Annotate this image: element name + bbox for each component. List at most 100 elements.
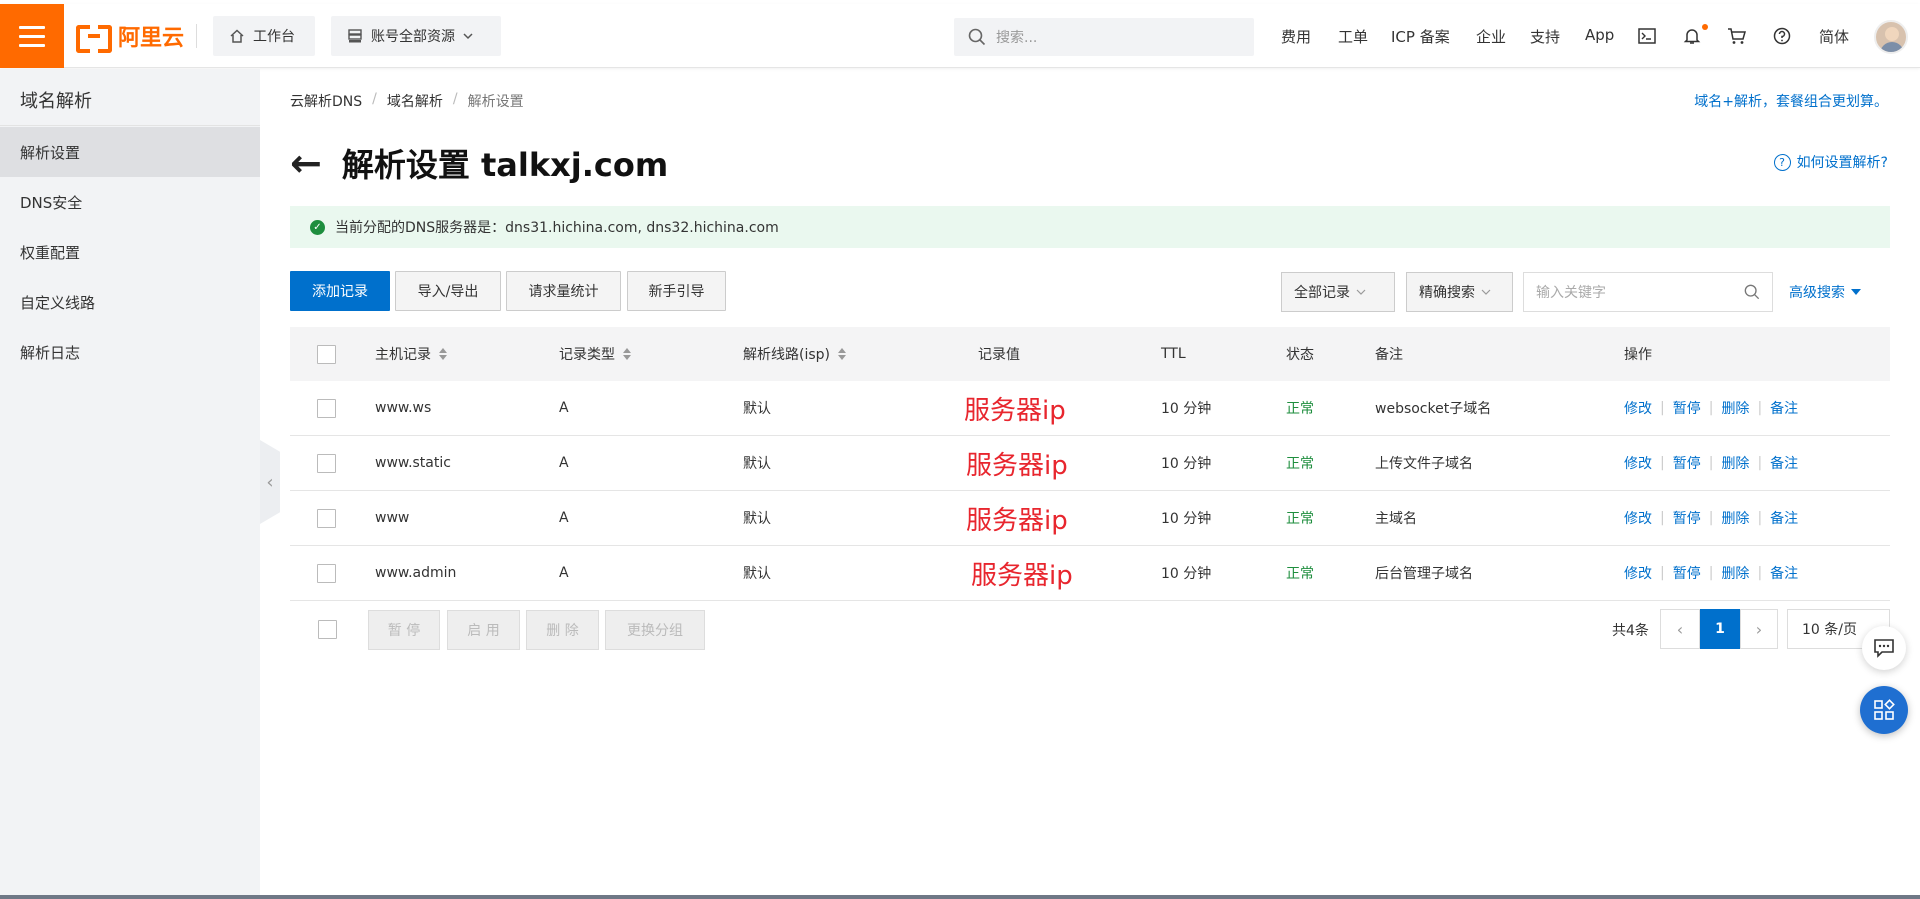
sort-icon bbox=[838, 348, 846, 360]
edit-link[interactable]: 修改 bbox=[1624, 398, 1652, 418]
edit-link[interactable]: 修改 bbox=[1624, 563, 1652, 583]
row-checkbox[interactable] bbox=[317, 563, 336, 583]
breadcrumb-item[interactable]: 域名解析 bbox=[387, 91, 443, 111]
nav-support[interactable]: 支持 bbox=[1530, 26, 1560, 47]
pause-link[interactable]: 暂停 bbox=[1673, 453, 1701, 473]
keyword-input[interactable]: 输入关键字 bbox=[1523, 272, 1773, 312]
table-row: www A 默认 服务器ip 10 分钟 正常 主域名 修改 | 暂停 | 删除 | … bbox=[290, 491, 1890, 546]
search-icon bbox=[968, 28, 986, 46]
terminal-icon[interactable] bbox=[1637, 26, 1657, 46]
divider: | bbox=[1660, 510, 1665, 526]
note-link[interactable]: 备注 bbox=[1770, 563, 1798, 583]
sidebar-item-logs[interactable]: 解析日志 bbox=[0, 327, 260, 377]
note-link[interactable]: 备注 bbox=[1770, 508, 1798, 528]
breadcrumb-separator: / bbox=[452, 91, 458, 107]
ops-cell: 修改 | 暂停 | 删除 | 备注 bbox=[1624, 398, 1798, 418]
delete-link[interactable]: 删除 bbox=[1721, 563, 1749, 583]
note-link[interactable]: 备注 bbox=[1770, 453, 1798, 473]
row-checkbox[interactable] bbox=[317, 398, 336, 418]
help-label: 如何设置解析? bbox=[1796, 155, 1888, 171]
row-checkbox[interactable] bbox=[317, 453, 336, 473]
sidebar-item-label: DNS安全 bbox=[20, 193, 83, 212]
global-search[interactable]: 搜索... bbox=[954, 18, 1254, 56]
request-stats-button[interactable]: 请求量统计 bbox=[506, 271, 621, 311]
import-export-button[interactable]: 导入/导出 bbox=[395, 271, 501, 311]
sidebar-item-label: 自定义线路 bbox=[20, 293, 96, 312]
divider: | bbox=[1660, 565, 1665, 581]
divider bbox=[0, 125, 260, 126]
dns-notice: ✓ 当前分配的DNS服务器是：dns31.hichina.com, dns32.… bbox=[290, 206, 1890, 248]
sidebar-item-dns-settings[interactable]: 解析设置 bbox=[0, 127, 260, 177]
search-mode-select[interactable]: 精确搜索 bbox=[1406, 272, 1513, 312]
note-link[interactable]: 备注 bbox=[1770, 398, 1798, 418]
divider: | bbox=[1757, 565, 1763, 581]
divider: | bbox=[1757, 455, 1763, 471]
chat-bubble-icon[interactable] bbox=[1862, 626, 1906, 670]
bulk-enable-button[interactable]: 启 用 bbox=[447, 610, 520, 650]
pause-link[interactable]: 暂停 bbox=[1673, 508, 1701, 528]
menu-icon[interactable] bbox=[0, 4, 64, 68]
edit-link[interactable]: 修改 bbox=[1624, 453, 1652, 473]
type-cell: A bbox=[559, 565, 569, 581]
language-switch[interactable]: 简体 bbox=[1819, 26, 1849, 47]
cart-icon[interactable] bbox=[1727, 26, 1747, 46]
back-arrow-icon[interactable]: ← bbox=[290, 144, 322, 182]
page-button[interactable]: 1 bbox=[1700, 609, 1740, 649]
check-circle-icon: ✓ bbox=[310, 219, 325, 235]
pause-link[interactable]: 暂停 bbox=[1673, 398, 1701, 418]
column-type[interactable]: 记录类型 bbox=[559, 344, 631, 364]
bulk-regroup-button[interactable]: 更换分组 bbox=[605, 610, 705, 650]
sidebar-collapse-handle[interactable]: ‹ bbox=[260, 440, 280, 524]
logo-text: 阿里云 bbox=[118, 26, 185, 51]
workbench-button[interactable]: 工作台 bbox=[213, 16, 315, 56]
next-page-button[interactable]: › bbox=[1740, 609, 1778, 649]
help-icon[interactable] bbox=[1772, 26, 1792, 46]
sidebar-item-label: 解析日志 bbox=[20, 343, 81, 362]
prev-page-button[interactable]: ‹ bbox=[1660, 609, 1700, 649]
chevron-down-icon bbox=[1481, 289, 1491, 295]
search-icon[interactable] bbox=[1744, 284, 1760, 300]
chevron-left-icon: ‹ bbox=[1676, 619, 1684, 639]
delete-link[interactable]: 删除 bbox=[1721, 508, 1749, 528]
column-line[interactable]: 解析线路(isp) bbox=[743, 344, 846, 364]
line-cell: 默认 bbox=[743, 401, 771, 417]
breadcrumb-item[interactable]: 云解析DNS bbox=[290, 91, 362, 111]
nav-tickets[interactable]: 工单 bbox=[1338, 26, 1368, 47]
page-header: ← 解析设置 talkxj.com bbox=[290, 140, 668, 186]
delete-link[interactable]: 删除 bbox=[1721, 453, 1749, 473]
add-record-button[interactable]: 添加记录 bbox=[290, 271, 390, 311]
bulk-pause-button[interactable]: 暂 停 bbox=[368, 610, 440, 650]
notice-text: 当前分配的DNS服务器是：dns31.hichina.com, dns32.hi… bbox=[335, 220, 779, 236]
beginner-guide-button[interactable]: 新手引导 bbox=[627, 271, 726, 311]
help-link[interactable]: ? 如何设置解析? bbox=[1773, 152, 1888, 172]
search-placeholder: 搜索... bbox=[996, 30, 1038, 46]
bulk-delete-button[interactable]: 删 除 bbox=[526, 610, 599, 650]
logo[interactable]: 阿里云 bbox=[76, 24, 184, 53]
bulk-select-checkbox[interactable] bbox=[318, 620, 337, 639]
advanced-search-toggle[interactable]: 高级搜索 bbox=[1789, 282, 1861, 302]
table-header: 主机记录 记录类型 解析线路(isp) 记录值 TTL 状态 备注 操作 bbox=[290, 327, 1890, 381]
line-cell: 默认 bbox=[743, 511, 771, 527]
sidebar-item-custom-line[interactable]: 自定义线路 bbox=[0, 277, 260, 327]
nav-enterprise[interactable]: 企业 bbox=[1476, 26, 1506, 47]
nav-icp[interactable]: ICP 备案 bbox=[1391, 26, 1450, 47]
edit-link[interactable]: 修改 bbox=[1624, 508, 1652, 528]
sidebar-item-weight[interactable]: 权重配置 bbox=[0, 227, 260, 277]
pause-link[interactable]: 暂停 bbox=[1673, 563, 1701, 583]
delete-link[interactable]: 删除 bbox=[1721, 398, 1749, 418]
nav-app[interactable]: App bbox=[1585, 26, 1614, 44]
nav-fees[interactable]: 费用 bbox=[1281, 26, 1311, 47]
promo-link[interactable]: 域名+解析，套餐组合更划算。 bbox=[1694, 91, 1888, 111]
column-host[interactable]: 主机记录 bbox=[375, 344, 447, 364]
avatar[interactable] bbox=[1874, 20, 1908, 54]
sidebar-item-dns-security[interactable]: DNS安全 bbox=[0, 177, 260, 227]
column-label: 记录类型 bbox=[559, 347, 615, 363]
apps-grid-icon[interactable] bbox=[1860, 686, 1908, 734]
record-filter-select[interactable]: 全部记录 bbox=[1281, 272, 1395, 312]
row-checkbox[interactable] bbox=[317, 508, 336, 528]
divider: | bbox=[1757, 510, 1763, 526]
window-bottom-edge bbox=[0, 895, 1920, 899]
resources-dropdown[interactable]: 账号全部资源 bbox=[331, 16, 501, 56]
bell-icon[interactable] bbox=[1682, 26, 1702, 46]
select-all-checkbox[interactable] bbox=[317, 344, 336, 364]
